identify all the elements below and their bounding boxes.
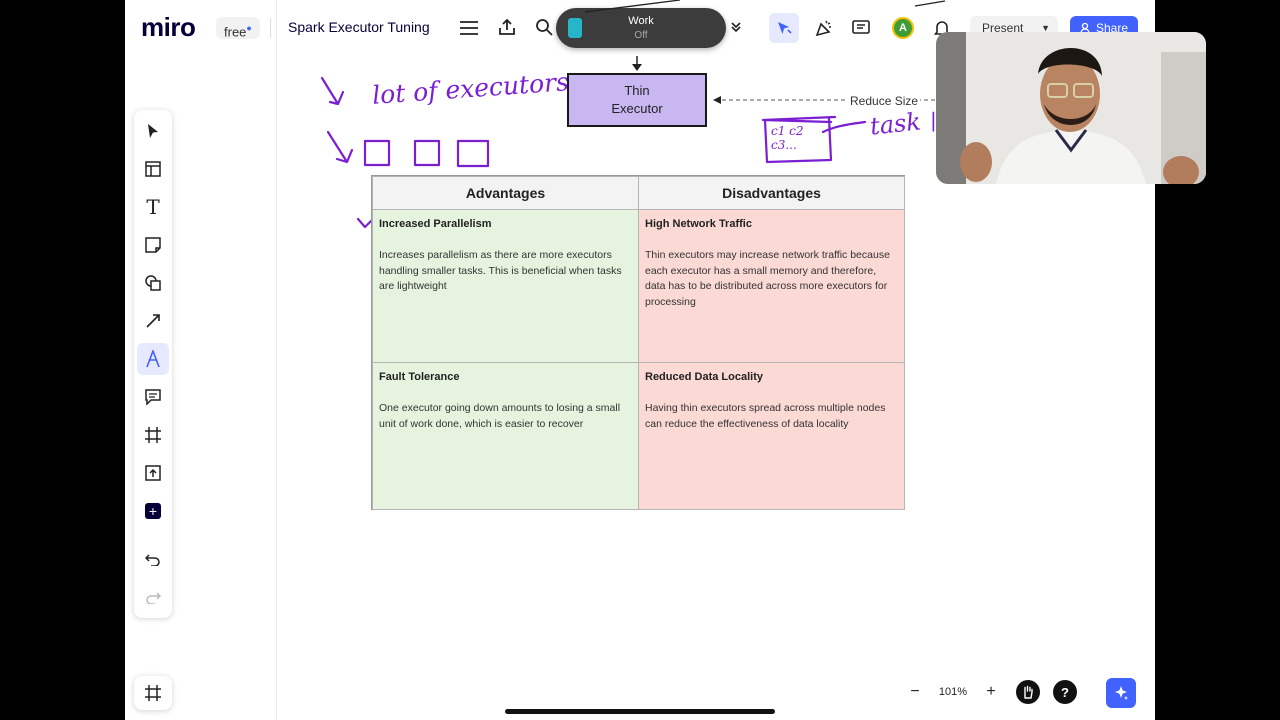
- home-indicator: [505, 709, 775, 714]
- frame-tool-button[interactable]: [137, 419, 169, 451]
- table-cell-advantage[interactable]: Fault Tolerance One executor going down …: [372, 362, 639, 510]
- advantage-title: Increased Parallelism: [379, 218, 492, 230]
- line-tool-button[interactable]: [137, 305, 169, 337]
- pen-tool-button[interactable]: [137, 343, 169, 375]
- table-cell-disadvantage[interactable]: High Network Traffic Thin executors may …: [638, 209, 905, 363]
- table-header-disadvantages[interactable]: Disadvantages: [638, 176, 905, 210]
- thin-executor-line1: Thin: [624, 83, 650, 98]
- frame-icon: [145, 427, 161, 443]
- select-icon: [148, 124, 158, 138]
- text-icon: T: [146, 195, 160, 219]
- disadvantage-title: Reduced Data Locality: [645, 371, 763, 383]
- templates-button[interactable]: [137, 153, 169, 185]
- minus-icon: −: [910, 683, 920, 700]
- shapes-button[interactable]: [137, 267, 169, 299]
- hand-icon: [1024, 685, 1033, 699]
- presenter-video: [936, 32, 1206, 184]
- disadvantage-title: High Network Traffic: [645, 218, 752, 230]
- advantage-text: One executor going down amounts to losin…: [379, 402, 621, 430]
- sticky-note-button[interactable]: [137, 229, 169, 261]
- select-tool-button[interactable]: [137, 115, 169, 147]
- comparison-table[interactable]: Advantages Disadvantages Increased Paral…: [371, 175, 905, 510]
- frames-panel-button[interactable]: [134, 676, 172, 710]
- zoom-level[interactable]: 101%: [929, 686, 977, 698]
- help-button[interactable]: ?: [1053, 680, 1077, 704]
- thin-executor-line2: Executor: [611, 101, 663, 116]
- templates-icon: [145, 161, 161, 177]
- shapes-icon: [145, 275, 161, 291]
- handwritten-cores: c1 c2 c3...: [771, 124, 804, 152]
- pen-line-icon: [146, 314, 160, 328]
- webcam-overlay: [936, 32, 1206, 184]
- frame-icon: [145, 685, 161, 701]
- sparkle-icon: [1115, 686, 1128, 700]
- handwritten-task: task: [868, 107, 923, 141]
- upload-icon: [145, 465, 161, 481]
- zoom-controls: − 101% +: [901, 678, 1005, 706]
- undo-button[interactable]: [137, 544, 169, 576]
- comment-icon: [145, 389, 161, 405]
- help-icon: ?: [1061, 684, 1069, 700]
- hand-tool-button[interactable]: [1016, 680, 1040, 704]
- table-header-advantages[interactable]: Advantages: [372, 176, 639, 210]
- thin-executor-box[interactable]: Thin Executor: [567, 73, 707, 127]
- redo-button[interactable]: [137, 582, 169, 614]
- left-toolbar: T +: [134, 110, 172, 618]
- more-apps-icon: +: [145, 503, 161, 519]
- ai-assist-button[interactable]: [1106, 678, 1136, 708]
- redo-icon: [146, 592, 161, 604]
- zoom-out-button[interactable]: −: [901, 678, 929, 706]
- table-cell-advantage[interactable]: Increased Parallelism Increases parallel…: [372, 209, 639, 363]
- disadvantage-text: Thin executors may increase network traf…: [645, 249, 890, 308]
- sticky-note-icon: [145, 237, 161, 253]
- reduce-size-label[interactable]: Reduce Size: [848, 94, 921, 108]
- upload-button[interactable]: [137, 457, 169, 489]
- text-tool-button[interactable]: T: [137, 191, 169, 223]
- more-apps-button[interactable]: +: [137, 495, 169, 527]
- undo-icon: [145, 554, 160, 566]
- disadvantage-text: Having thin executors spread across mult…: [645, 402, 886, 430]
- comment-tool-button[interactable]: [137, 381, 169, 413]
- advantage-text: Increases parallelism as there are more …: [379, 249, 622, 292]
- table-cell-disadvantage[interactable]: Reduced Data Locality Having thin execut…: [638, 362, 905, 510]
- advantage-title: Fault Tolerance: [379, 371, 460, 383]
- zoom-in-button[interactable]: +: [977, 678, 1005, 706]
- pen-icon: [146, 350, 160, 368]
- plus-icon: +: [986, 683, 996, 700]
